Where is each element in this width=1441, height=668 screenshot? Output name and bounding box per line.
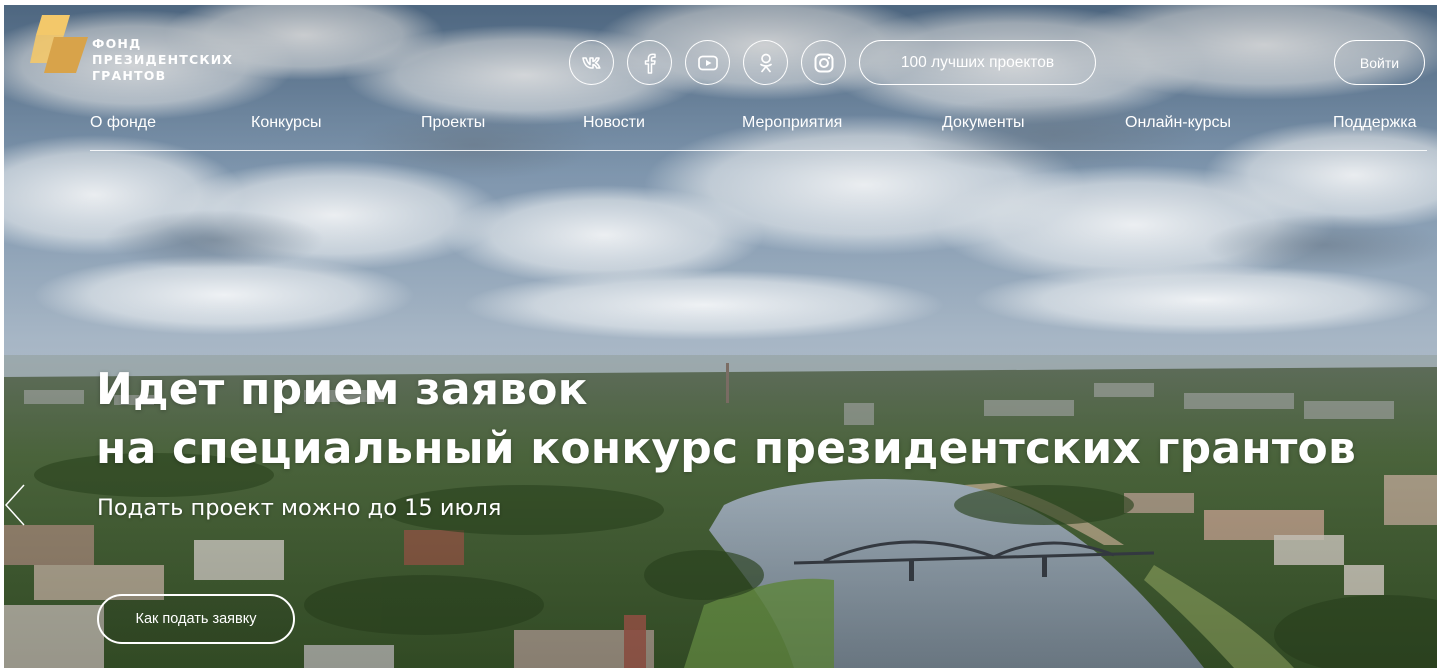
nav-item-contests[interactable]: Конкурсы xyxy=(251,114,321,132)
nav-item-news[interactable]: Новости xyxy=(583,114,645,132)
youtube-icon xyxy=(697,55,718,70)
vk-icon xyxy=(581,56,601,69)
instagram-link[interactable] xyxy=(801,40,846,85)
slider-prev-arrow-icon[interactable] xyxy=(4,475,28,555)
nav-item-events[interactable]: Мероприятия xyxy=(742,114,842,132)
nav-divider xyxy=(90,150,1427,151)
how-to-apply-button[interactable]: Как подать заявку xyxy=(97,594,295,644)
main-nav: О фонде Конкурсы Проекты Новости Меропри… xyxy=(90,114,1428,140)
best-projects-button[interactable]: 100 лучших проектов xyxy=(859,40,1096,85)
facebook-link[interactable] xyxy=(627,40,672,85)
logo-line-1: ФОНД xyxy=(92,36,142,51)
hero-subtitle: Подать проект можно до 15 июля xyxy=(97,495,502,521)
logo-line-3: ГРАНТОВ xyxy=(92,68,167,83)
hero-title-line-1: Идет прием заявок xyxy=(96,364,588,415)
vk-link[interactable] xyxy=(569,40,614,85)
logo-mark-icon xyxy=(30,15,88,73)
hero-title-line-2: на специальный конкурс президентских гра… xyxy=(96,423,1357,474)
odnoklassniki-icon xyxy=(759,53,772,72)
hero-title: Идет прием заявок на специальный конкурс… xyxy=(96,360,1356,478)
hero-banner: ФОНД ПРЕЗИДЕНТСКИХ ГРАНТОВ 100 лучших пр… xyxy=(4,5,1437,668)
instagram-icon xyxy=(814,53,833,72)
youtube-link[interactable] xyxy=(685,40,730,85)
nav-item-online-courses[interactable]: Онлайн-курсы xyxy=(1125,114,1231,132)
nav-item-projects[interactable]: Проекты xyxy=(421,114,485,132)
hero-background-image xyxy=(4,5,1437,668)
logo-line-2: ПРЕЗИДЕНТСКИХ xyxy=(92,52,234,67)
nav-item-about[interactable]: О фонде xyxy=(90,114,156,132)
login-button[interactable]: Войти xyxy=(1334,40,1425,85)
fund-logo[interactable]: ФОНД ПРЕЗИДЕНТСКИХ ГРАНТОВ xyxy=(30,15,270,95)
social-links xyxy=(569,40,846,86)
nav-item-support[interactable]: Поддержка xyxy=(1333,114,1416,132)
facebook-icon xyxy=(644,52,656,74)
odnoklassniki-link[interactable] xyxy=(743,40,788,85)
nav-item-documents[interactable]: Документы xyxy=(942,114,1024,132)
logo-text: ФОНД ПРЕЗИДЕНТСКИХ ГРАНТОВ xyxy=(92,36,233,84)
